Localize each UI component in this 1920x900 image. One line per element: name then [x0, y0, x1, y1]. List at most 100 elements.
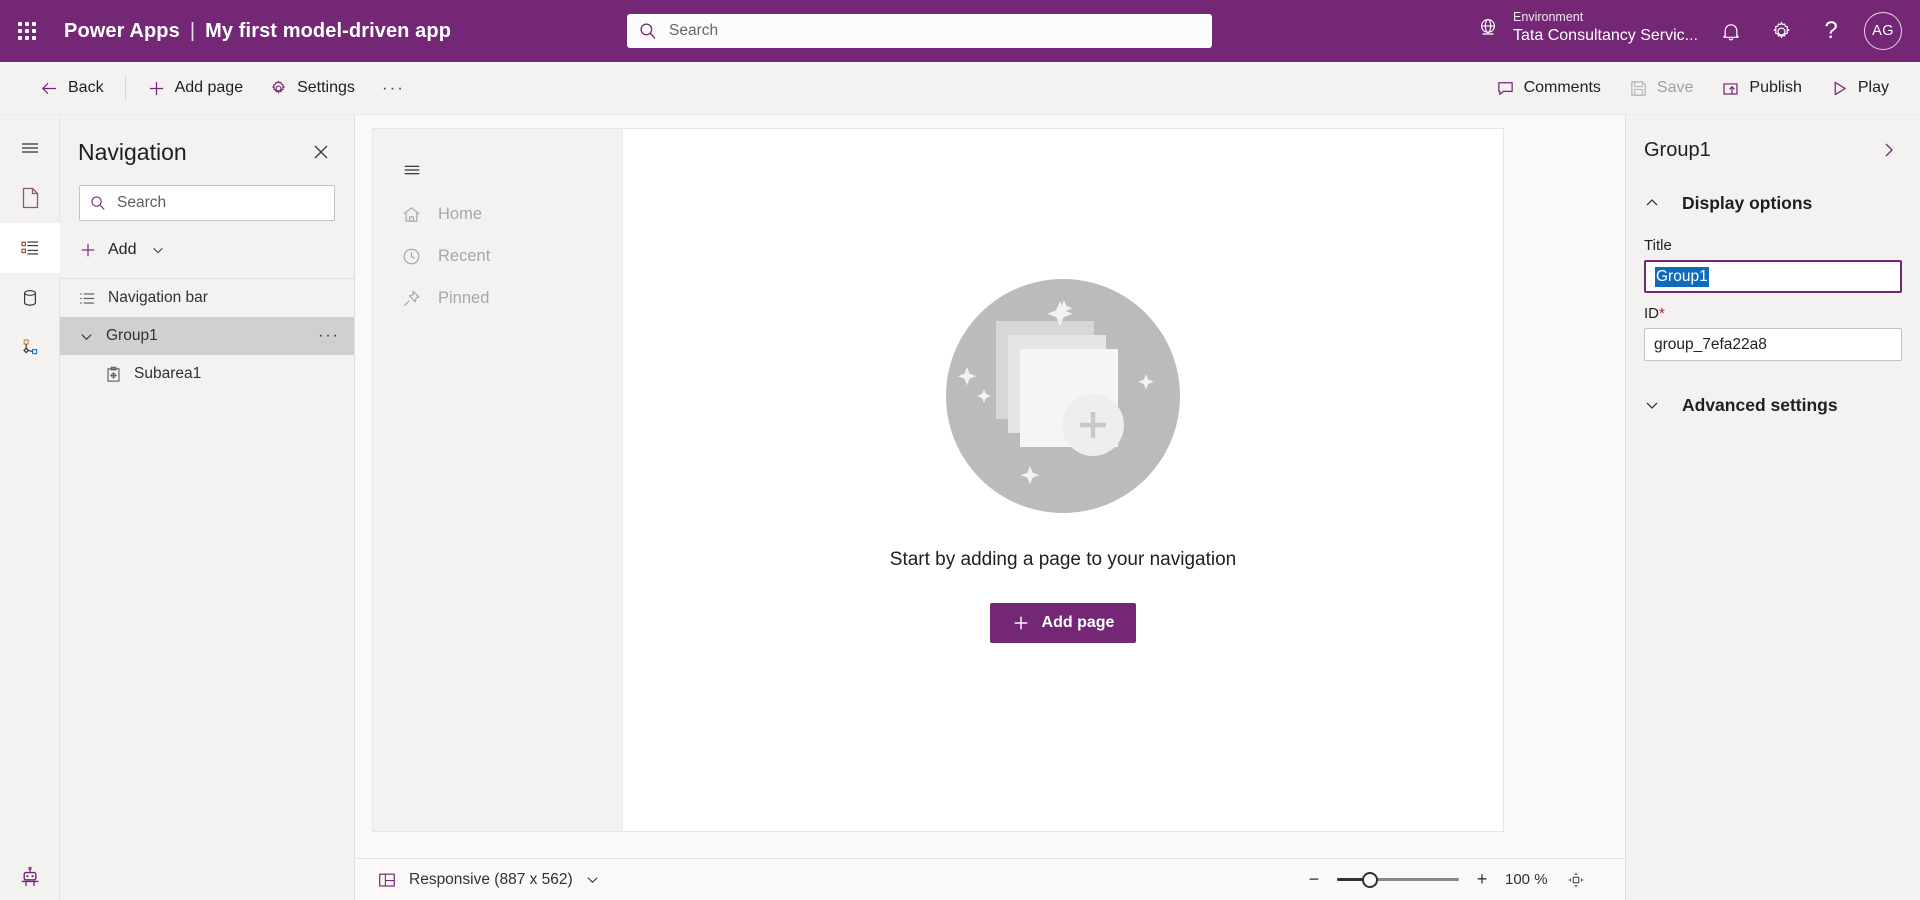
- navigation-panel: Navigation Search: [60, 115, 355, 900]
- gear-icon: [269, 79, 288, 98]
- nav-tree-item-group1[interactable]: Group1 ···: [60, 317, 354, 355]
- comments-label: Comments: [1524, 79, 1601, 97]
- nav-tree-item-navigation-bar[interactable]: Navigation bar: [60, 279, 354, 317]
- responsive-layout-icon: [377, 870, 397, 890]
- global-search-box[interactable]: Search: [627, 14, 1212, 48]
- navigation-icon: [18, 236, 42, 260]
- display-options-section-toggle[interactable]: Display options: [1644, 181, 1902, 225]
- search-icon: [639, 22, 657, 40]
- responsive-selector[interactable]: Responsive (887 x 562): [377, 870, 600, 890]
- power-apps-designer: Power Apps | My first model-driven app S…: [0, 0, 1920, 900]
- chevron-down-icon[interactable]: [79, 329, 94, 344]
- publish-button[interactable]: Publish: [1708, 69, 1814, 107]
- add-page-primary-button[interactable]: Add page: [990, 603, 1137, 643]
- required-asterisk: *: [1659, 305, 1665, 322]
- brand-area: Power Apps | My first model-driven app: [64, 20, 451, 43]
- chevron-down-icon: [1644, 397, 1660, 413]
- global-search-placeholder: Search: [669, 22, 718, 40]
- sidebar-item-data[interactable]: [0, 273, 60, 323]
- title-input[interactable]: Group1: [1644, 260, 1902, 293]
- id-field-label: ID*: [1644, 305, 1902, 322]
- zoom-out-button[interactable]: −: [1303, 869, 1325, 891]
- preview-nav-item-home[interactable]: Home: [373, 193, 622, 235]
- environment-value: Tata Consultancy Servic...: [1513, 26, 1698, 46]
- search-icon: [90, 195, 106, 211]
- brand-separator: |: [190, 20, 195, 43]
- back-button[interactable]: Back: [27, 69, 117, 107]
- back-label: Back: [68, 79, 104, 97]
- left-rail: [0, 115, 60, 900]
- waffle-icon: [18, 22, 36, 40]
- chevron-right-icon: [1880, 141, 1898, 159]
- empty-state-illustration: [934, 267, 1192, 525]
- id-input-value: group_7efa22a8: [1654, 336, 1767, 354]
- navigation-search-input[interactable]: Search: [79, 185, 335, 221]
- navigation-panel-title: Navigation: [78, 139, 187, 166]
- display-options-label: Display options: [1682, 193, 1812, 214]
- automation-icon: [18, 336, 42, 360]
- preview-nav-item-recent[interactable]: Recent: [373, 235, 622, 277]
- arrow-left-icon: [40, 79, 59, 98]
- question-mark-icon: ?: [1824, 19, 1837, 43]
- id-label-text: ID: [1644, 305, 1659, 322]
- command-overflow-button[interactable]: ···: [368, 69, 419, 107]
- copilot-button[interactable]: [0, 864, 60, 892]
- comments-button[interactable]: Comments: [1483, 69, 1614, 107]
- fit-to-screen-icon: [1567, 871, 1585, 889]
- play-button[interactable]: Play: [1817, 69, 1902, 107]
- properties-panel: Group1 Display options Title Group1 ID*: [1625, 115, 1920, 900]
- environment-label: Environment: [1513, 10, 1698, 26]
- nav-tree-item-subarea1[interactable]: Subarea1: [60, 355, 354, 393]
- app-launcher-button[interactable]: [0, 0, 54, 62]
- settings-button[interactable]: [1758, 8, 1804, 54]
- preview-nav-item-pinned[interactable]: Pinned: [373, 277, 622, 319]
- app-preview: Home Recent: [373, 129, 1503, 831]
- sidebar-item-automation[interactable]: [0, 323, 60, 373]
- nav-tree-item-label: Subarea1: [134, 365, 201, 383]
- plus-icon: [1012, 614, 1030, 632]
- nav-tree-item-overflow-button[interactable]: ···: [318, 327, 340, 345]
- id-input[interactable]: group_7efa22a8: [1644, 328, 1902, 361]
- preview-sitemap: Home Recent: [373, 129, 623, 831]
- expand-panel-button[interactable]: [1876, 137, 1902, 163]
- properties-title: Group1: [1644, 139, 1711, 162]
- gear-icon: [1770, 20, 1793, 43]
- navigation-add-button[interactable]: Add: [79, 231, 335, 269]
- environment-globe-icon: [1475, 15, 1501, 41]
- preview-nav-item-label: Recent: [438, 247, 490, 266]
- user-avatar[interactable]: AG: [1864, 12, 1902, 50]
- empty-state-message: Start by adding a page to your navigatio…: [890, 549, 1236, 571]
- save-button[interactable]: Save: [1616, 69, 1706, 107]
- notifications-button[interactable]: [1708, 8, 1754, 54]
- zoom-in-button[interactable]: +: [1471, 869, 1493, 891]
- sidebar-item-navigation[interactable]: [0, 223, 60, 273]
- chevron-up-icon: [1644, 195, 1660, 211]
- zoom-slider[interactable]: [1337, 869, 1459, 891]
- zoom-controls: − + 100 %: [1303, 869, 1587, 891]
- help-button[interactable]: ?: [1808, 8, 1854, 54]
- comment-icon: [1496, 79, 1515, 98]
- copilot-robot-icon: [16, 864, 44, 892]
- advanced-settings-label: Advanced settings: [1682, 395, 1838, 416]
- clock-icon: [401, 246, 422, 267]
- preview-hamburger-button[interactable]: [373, 147, 622, 193]
- settings-label: Settings: [297, 79, 355, 97]
- environment-picker[interactable]: Environment Tata Consultancy Servic...: [1475, 10, 1698, 46]
- plus-icon: [147, 79, 166, 98]
- advanced-settings-section-toggle[interactable]: Advanced settings: [1644, 383, 1902, 427]
- command-bar-right: Comments Save Publish: [1456, 69, 1902, 107]
- title-input-value: Group1: [1655, 267, 1709, 287]
- menu-icon: [18, 136, 42, 160]
- pin-icon: [401, 288, 422, 309]
- zoom-slider-thumb[interactable]: [1362, 872, 1378, 888]
- fit-to-screen-button[interactable]: [1565, 869, 1587, 891]
- settings-command[interactable]: Settings: [256, 69, 368, 107]
- canvas-viewport: Home Recent: [355, 115, 1625, 858]
- title-field-label: Title: [1644, 237, 1902, 254]
- sidebar-item-pages[interactable]: [0, 173, 60, 223]
- navigation-panel-header: Navigation: [60, 115, 354, 177]
- close-panel-button[interactable]: [306, 137, 336, 167]
- sidebar-item-menu[interactable]: [0, 123, 60, 173]
- add-page-command[interactable]: Add page: [134, 69, 257, 107]
- chevron-down-icon: [585, 872, 600, 887]
